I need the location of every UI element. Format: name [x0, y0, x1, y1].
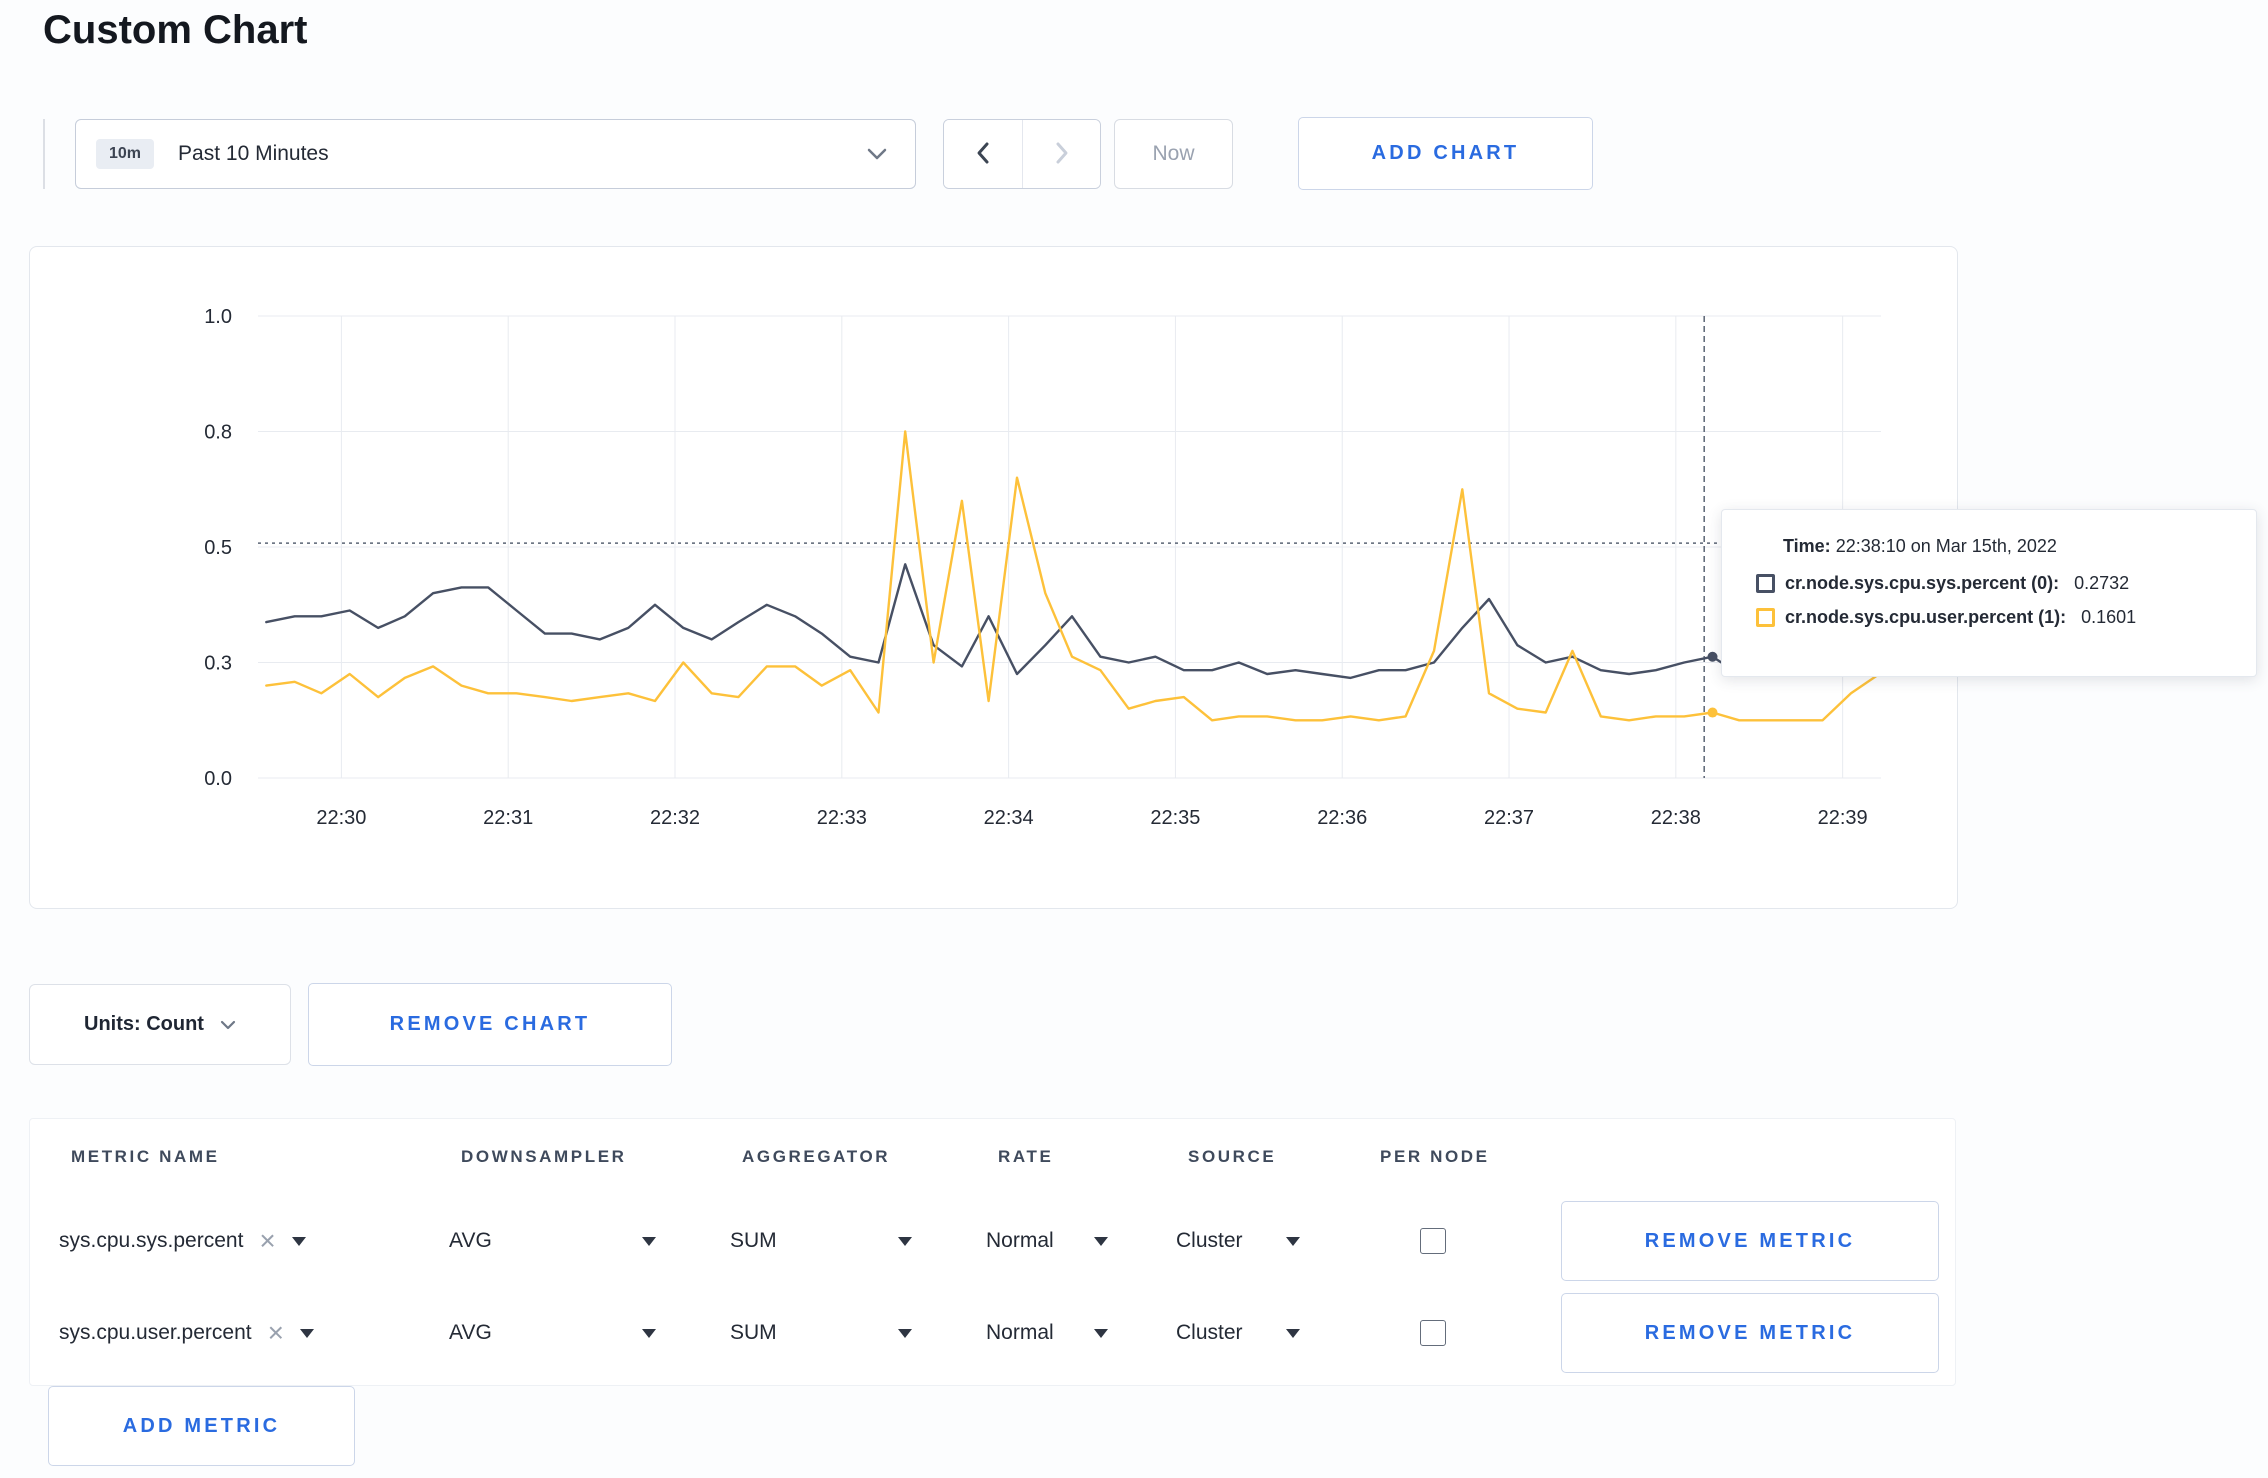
metric-name: sys.cpu.user.percent: [59, 1321, 252, 1344]
caret-down-icon: [898, 1236, 912, 1246]
source-select[interactable]: Cluster: [1176, 1229, 1300, 1253]
column-header-source: SOURCE: [1188, 1147, 1277, 1166]
tooltip-time-label: Time:: [1783, 536, 1831, 556]
svg-text:1.0: 1.0: [204, 306, 232, 328]
aggregator-value: SUM: [730, 1321, 777, 1344]
time-range-dropdown[interactable]: 10m Past 10 Minutes: [75, 119, 916, 189]
tooltip-time-value: 22:38:10 on Mar 15th, 2022: [1835, 536, 2057, 556]
units-label: Units: Count: [84, 1013, 204, 1035]
column-header-rate: RATE: [998, 1147, 1054, 1166]
svg-text:22:34: 22:34: [984, 807, 1034, 829]
actions-cell: REMOVE METRIC: [1561, 1293, 1955, 1373]
column-header-per-node: PER NODE: [1380, 1147, 1490, 1166]
remove-metric-button[interactable]: REMOVE METRIC: [1561, 1201, 1939, 1281]
caret-down-icon: [1094, 1236, 1108, 1246]
aggregator-select[interactable]: SUM: [730, 1321, 912, 1345]
svg-text:22:31: 22:31: [483, 807, 533, 829]
source-value: Cluster: [1176, 1229, 1243, 1252]
time-range-nav-group: [943, 119, 1101, 189]
remove-metric-button[interactable]: REMOVE METRIC: [1561, 1293, 1939, 1373]
chart-tooltip: Time: 22:38:10 on Mar 15th, 2022 cr.node…: [1721, 509, 2257, 677]
metric-name-select[interactable]: sys.cpu.user.percent ×: [59, 1319, 449, 1347]
page-title: Custom Chart: [43, 8, 308, 52]
metric-row: sys.cpu.user.percent × AVG SUM Normal Cl…: [30, 1287, 1955, 1379]
rate-select[interactable]: Normal: [986, 1229, 1108, 1253]
per-node-checkbox[interactable]: [1420, 1228, 1446, 1254]
tooltip-series-label: cr.node.sys.cpu.sys.percent (0):: [1785, 573, 2060, 593]
source-select[interactable]: Cluster: [1176, 1321, 1300, 1345]
now-button[interactable]: Now: [1114, 119, 1233, 189]
rate-value: Normal: [986, 1321, 1054, 1344]
svg-text:22:33: 22:33: [817, 807, 867, 829]
chevron-right-icon: [1053, 140, 1071, 169]
svg-text:22:35: 22:35: [1150, 807, 1200, 829]
svg-text:0.3: 0.3: [204, 653, 232, 675]
caret-down-icon[interactable]: [299, 1328, 314, 1338]
user-series-swatch-icon: [1756, 608, 1775, 627]
downsampler-value: AVG: [449, 1321, 492, 1344]
next-range-button[interactable]: [1022, 120, 1100, 188]
timeseries-chart[interactable]: 0.0 0.3 0.5 0.8 1.0 22:30 22:31 22:32 22:33 22:34…: [30, 247, 1957, 908]
metric-name-select[interactable]: sys.cpu.sys.percent ×: [59, 1227, 449, 1255]
metrics-table: METRIC NAME DOWNSAMPLER AGGREGATOR RATE …: [29, 1118, 1956, 1386]
clear-metric-icon[interactable]: ×: [259, 1227, 275, 1255]
rate-select[interactable]: Normal: [986, 1321, 1108, 1345]
caret-down-icon: [1094, 1328, 1108, 1338]
svg-text:22:30: 22:30: [316, 807, 366, 829]
toolbar-divider: [43, 119, 45, 189]
column-header-aggregator: AGGREGATOR: [742, 1147, 891, 1166]
caret-down-icon: [642, 1236, 656, 1246]
svg-text:22:37: 22:37: [1484, 807, 1534, 829]
downsampler-select[interactable]: AVG: [449, 1321, 656, 1345]
source-value: Cluster: [1176, 1321, 1243, 1344]
add-metric-button[interactable]: ADD METRIC: [48, 1386, 355, 1466]
clear-metric-icon[interactable]: ×: [268, 1319, 284, 1347]
caret-down-icon: [642, 1328, 656, 1338]
time-range-label: Past 10 Minutes: [178, 142, 329, 165]
chevron-down-icon: [220, 1013, 236, 1036]
aggregator-select[interactable]: SUM: [730, 1229, 912, 1253]
units-dropdown[interactable]: Units: Count: [29, 984, 291, 1065]
svg-text:0.0: 0.0: [204, 768, 232, 790]
svg-text:22:38: 22:38: [1651, 807, 1701, 829]
add-chart-button[interactable]: ADD CHART: [1298, 117, 1593, 190]
svg-text:22:32: 22:32: [650, 807, 700, 829]
remove-chart-button[interactable]: REMOVE CHART: [308, 983, 672, 1066]
caret-down-icon: [1286, 1236, 1300, 1246]
chevron-left-icon: [974, 140, 992, 169]
svg-text:0.8: 0.8: [204, 422, 232, 444]
svg-text:22:39: 22:39: [1818, 807, 1868, 829]
prev-range-button[interactable]: [944, 120, 1022, 188]
caret-down-icon[interactable]: [291, 1236, 306, 1246]
downsampler-value: AVG: [449, 1229, 492, 1252]
metric-name: sys.cpu.sys.percent: [59, 1229, 244, 1252]
svg-text:0.5: 0.5: [204, 537, 232, 559]
tooltip-series-label: cr.node.sys.cpu.user.percent (1):: [1785, 607, 2067, 627]
time-range-badge: 10m: [96, 139, 155, 169]
column-header-metric-name: METRIC NAME: [71, 1147, 220, 1166]
per-node-cell: [1368, 1320, 1561, 1346]
metric-row: sys.cpu.sys.percent × AVG SUM Normal Clu…: [30, 1195, 1955, 1287]
sys-series-swatch-icon: [1756, 574, 1775, 593]
per-node-checkbox[interactable]: [1420, 1320, 1446, 1346]
tooltip-series-row: cr.node.sys.cpu.user.percent (1): 0.1601: [1756, 607, 2234, 628]
svg-text:22:36: 22:36: [1317, 807, 1367, 829]
tooltip-series-value: 0.2732: [2074, 573, 2130, 593]
column-header-downsampler: DOWNSAMPLER: [461, 1147, 627, 1166]
actions-cell: REMOVE METRIC: [1561, 1201, 1955, 1281]
per-node-cell: [1368, 1228, 1561, 1254]
custom-chart-page: Custom Chart 10m Past 10 Minutes Now ADD…: [0, 0, 2268, 1478]
chart-card: 0.0 0.3 0.5 0.8 1.0 22:30 22:31 22:32 22:33 22:34…: [29, 246, 1958, 909]
tooltip-series-value: 0.1601: [2081, 607, 2137, 627]
metrics-table-header: METRIC NAME DOWNSAMPLER AGGREGATOR RATE …: [30, 1119, 1955, 1195]
rate-value: Normal: [986, 1229, 1054, 1252]
tooltip-time-row: Time: 22:38:10 on Mar 15th, 2022: [1783, 536, 2234, 557]
downsampler-select[interactable]: AVG: [449, 1229, 656, 1253]
chevron-down-icon: [867, 148, 887, 160]
caret-down-icon: [898, 1328, 912, 1338]
caret-down-icon: [1286, 1328, 1300, 1338]
aggregator-value: SUM: [730, 1229, 777, 1252]
tooltip-series-row: cr.node.sys.cpu.sys.percent (0): 0.2732: [1756, 573, 2234, 594]
